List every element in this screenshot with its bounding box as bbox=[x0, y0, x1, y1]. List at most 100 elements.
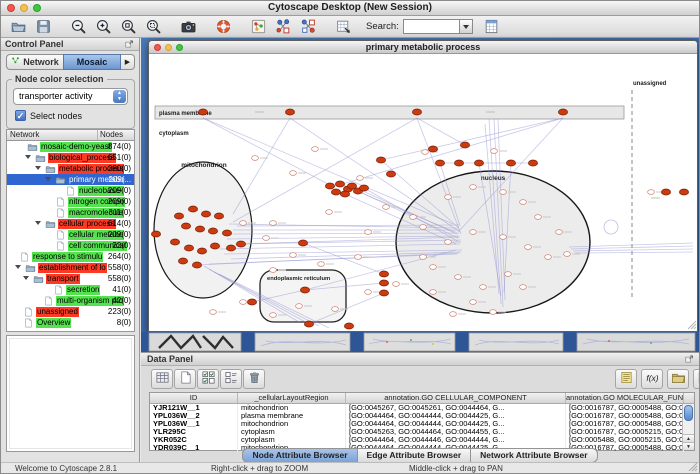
tree-item-establishment-of-lo[interactable]: establishment of lo558(0) bbox=[7, 262, 134, 273]
network-node[interactable] bbox=[454, 160, 463, 166]
vertical-scrollbar[interactable]: ▲ ▼ bbox=[682, 404, 694, 450]
expand-triangle-icon[interactable] bbox=[45, 177, 51, 181]
function-builder-button[interactable]: f(x) bbox=[641, 369, 663, 389]
close-button[interactable] bbox=[154, 44, 161, 51]
network-node[interactable] bbox=[197, 248, 206, 254]
tree-item-biological-process[interactable]: biological_process651(0) bbox=[7, 152, 134, 163]
tab-edge-attribute-browser[interactable]: Edge Attribute Browser bbox=[358, 448, 472, 463]
tab-overflow-button[interactable]: ▶ bbox=[121, 54, 135, 70]
network-node-small[interactable] bbox=[535, 215, 542, 220]
close-button[interactable] bbox=[7, 4, 15, 12]
network-node[interactable] bbox=[247, 299, 256, 305]
network-canvas[interactable]: plasma membranecytoplasmmitochondrionnuc… bbox=[149, 54, 697, 331]
minimize-button[interactable] bbox=[165, 44, 172, 51]
birdseye-view[interactable] bbox=[6, 335, 135, 452]
column-header-network[interactable]: Network bbox=[7, 130, 98, 140]
network-node-small[interactable] bbox=[490, 310, 497, 315]
network-node-small[interactable] bbox=[357, 176, 364, 181]
table-row[interactable]: YPL036W__2plasma membrane[GO:0044464, GO… bbox=[150, 412, 694, 420]
tree-item-metabolic-process[interactable]: metabolic process280(0) bbox=[7, 163, 134, 174]
expand-triangle-icon[interactable] bbox=[15, 265, 21, 269]
network-node[interactable] bbox=[192, 262, 201, 268]
network-node-small[interactable] bbox=[270, 313, 277, 318]
network-node-small[interactable] bbox=[470, 300, 477, 305]
zoom-button[interactable] bbox=[176, 44, 183, 51]
tree-item-response-to-stimulu[interactable]: response to stimulu264(0) bbox=[7, 251, 134, 262]
network-node-small[interactable] bbox=[270, 268, 277, 273]
table-cell[interactable]: YPL036W__2 bbox=[150, 412, 238, 420]
network-node-small[interactable] bbox=[210, 310, 217, 315]
tree-item-secretion[interactable]: secretion41(0) bbox=[7, 284, 134, 295]
network-node-small[interactable] bbox=[470, 185, 477, 190]
select-all-attributes-button[interactable] bbox=[197, 369, 219, 389]
network-node[interactable] bbox=[428, 146, 437, 152]
tree-item-cellular-metabo[interactable]: cellular metabo209(0) bbox=[7, 229, 134, 240]
network-snapshot-button[interactable] bbox=[176, 17, 201, 37]
network-node[interactable] bbox=[335, 181, 344, 187]
network-node-small[interactable] bbox=[420, 255, 427, 260]
network-node-small[interactable] bbox=[332, 307, 339, 312]
scroll-up-button[interactable]: ▲ bbox=[683, 434, 694, 442]
column-header-nodes[interactable]: Nodes bbox=[98, 130, 134, 140]
expand-triangle-icon[interactable] bbox=[35, 221, 41, 225]
network-node-small[interactable] bbox=[326, 210, 333, 215]
network-node[interactable] bbox=[340, 191, 349, 197]
network-node-small[interactable] bbox=[393, 282, 400, 287]
network-node[interactable] bbox=[151, 231, 160, 237]
network-node[interactable] bbox=[208, 228, 217, 234]
network-node-small[interactable] bbox=[445, 195, 452, 200]
tree-item-multi-organism-pro[interactable]: multi-organism pro42(0) bbox=[7, 295, 134, 306]
tree-item-transport[interactable]: transport558(0) bbox=[7, 273, 134, 284]
network-node[interactable] bbox=[285, 109, 294, 115]
search-input[interactable] bbox=[403, 19, 459, 34]
save-session-button[interactable] bbox=[31, 17, 56, 37]
tree-item-macromolecule[interactable]: macromolecule311(0) bbox=[7, 207, 134, 218]
table-cell[interactable]: [GO:0016787, GO:0005488, GO:0005215, G..… bbox=[566, 404, 684, 412]
tab-node-attribute-browser[interactable]: Node Attribute Browser bbox=[242, 448, 357, 463]
search-dropdown-button[interactable] bbox=[459, 19, 473, 34]
tree-item-nitrogen-compo[interactable]: nitrogen compo209(0) bbox=[7, 196, 134, 207]
tab-network[interactable]: Network bbox=[6, 54, 63, 70]
table-cell[interactable]: YLR295C bbox=[150, 428, 238, 436]
table-cell[interactable]: [GO:0016787, GO:0005488, GO:0005215, G..… bbox=[566, 412, 684, 420]
table-cell[interactable]: cytoplasm bbox=[238, 428, 346, 436]
network-node[interactable] bbox=[412, 109, 421, 115]
help-button[interactable] bbox=[211, 17, 236, 37]
network-node[interactable] bbox=[359, 185, 368, 191]
expand-triangle-icon[interactable] bbox=[35, 166, 41, 170]
layout-option-1-button[interactable] bbox=[271, 17, 296, 37]
network-node-small[interactable] bbox=[240, 300, 247, 305]
network-node[interactable] bbox=[474, 160, 483, 166]
network-node[interactable] bbox=[195, 226, 204, 232]
column-header[interactable]: ID bbox=[150, 393, 238, 403]
table-cell[interactable]: YKR052C bbox=[150, 436, 238, 444]
network-node-small[interactable] bbox=[505, 272, 512, 277]
table-cell[interactable]: [GO:0044464, GO:0044444, GO:0044425, G..… bbox=[346, 412, 566, 420]
network-node[interactable] bbox=[236, 241, 245, 247]
minimize-button[interactable] bbox=[20, 4, 28, 12]
network-node[interactable] bbox=[198, 109, 207, 115]
network-node-small[interactable] bbox=[318, 262, 325, 267]
table-cell[interactable]: YPL036W__1 bbox=[150, 420, 238, 428]
network-node-small[interactable] bbox=[430, 265, 437, 270]
network-node-small[interactable] bbox=[520, 285, 527, 290]
table-row[interactable]: YLR295Ccytoplasm[GO:0045263, GO:0044464,… bbox=[150, 428, 694, 436]
network-node[interactable] bbox=[386, 171, 395, 177]
network-node-small[interactable] bbox=[365, 290, 372, 295]
table-cell[interactable]: mitochondrion bbox=[238, 404, 346, 412]
network-node-small[interactable] bbox=[480, 285, 487, 290]
network-node-small[interactable] bbox=[500, 235, 507, 240]
network-node[interactable] bbox=[379, 290, 388, 296]
network-node-small[interactable] bbox=[470, 230, 477, 235]
select-nodes-checkbox[interactable]: ✓ bbox=[15, 110, 26, 121]
table-row[interactable]: YPL036W__1mitochondrion[GO:0044464, GO:0… bbox=[150, 420, 694, 428]
network-node-small[interactable] bbox=[296, 304, 303, 309]
network-node-small[interactable] bbox=[355, 255, 362, 260]
network-node[interactable] bbox=[298, 240, 307, 246]
select-attributes-button[interactable] bbox=[151, 369, 173, 389]
scrollbar-thumb[interactable] bbox=[684, 405, 693, 421]
network-node[interactable] bbox=[178, 258, 187, 264]
network-node-small[interactable] bbox=[240, 221, 247, 226]
float-panel-icon[interactable] bbox=[124, 39, 136, 50]
network-node[interactable] bbox=[558, 109, 567, 115]
